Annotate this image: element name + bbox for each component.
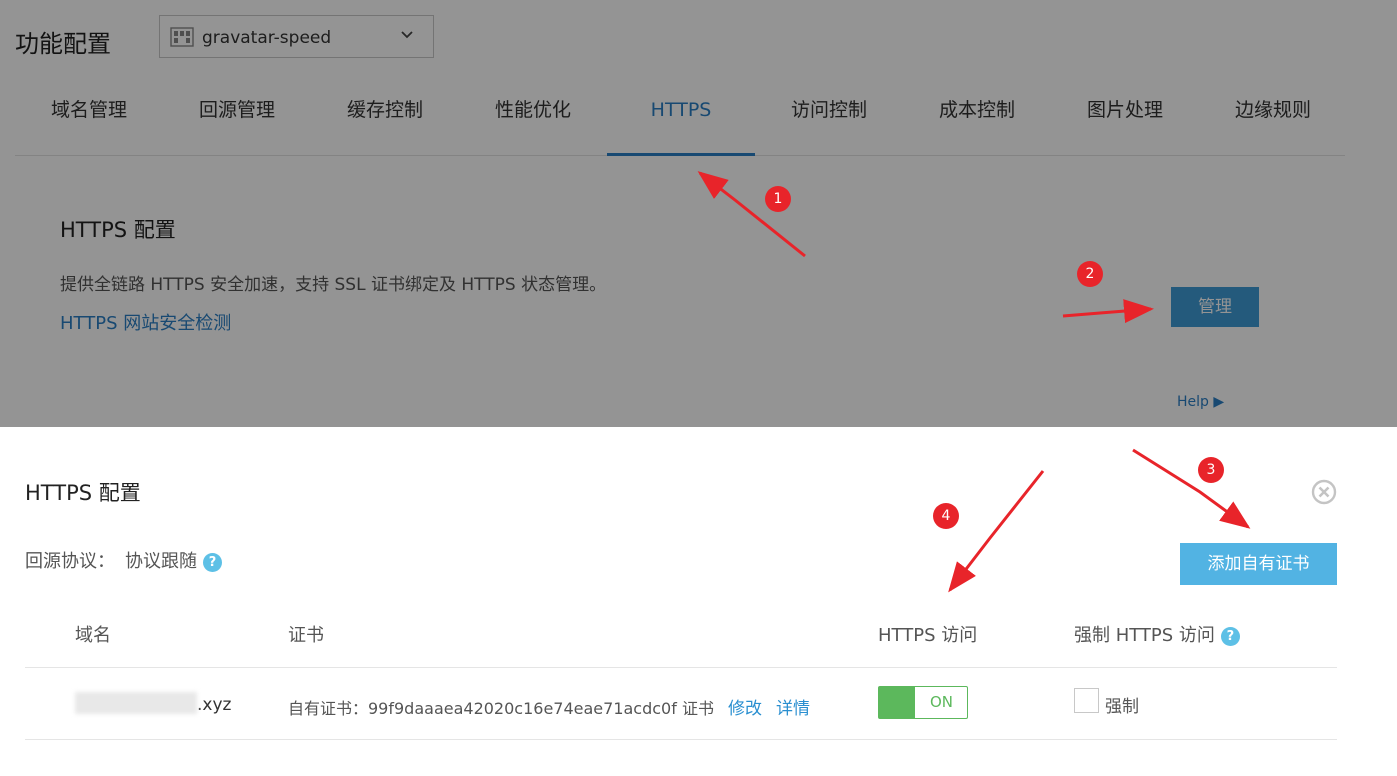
- https-config-modal: HTTPS 配置 回源协议： 协议跟随? 添加自有证书 域名 证书 HTTPS 访…: [0, 427, 1397, 776]
- column-header-force-https-label: 强制 HTTPS 访问: [1074, 625, 1215, 646]
- column-header-cert: 证书: [288, 625, 324, 646]
- toggle-state-label: ON: [930, 693, 954, 711]
- force-https-label: 强制: [1105, 697, 1139, 717]
- column-header-force-https: 强制 HTTPS 访问?: [1074, 621, 1240, 647]
- origin-protocol: 回源协议： 协议跟随?: [25, 547, 222, 573]
- modal-title: HTTPS 配置: [25, 481, 141, 505]
- annotation-marker-1: 1: [765, 186, 791, 212]
- redacted-domain: [75, 692, 197, 714]
- origin-protocol-label: 回源协议：: [25, 551, 115, 572]
- cert-text: 自有证书：99f9daaaea42020c16e74eae71acdc0f 证书: [288, 699, 714, 718]
- annotation-marker-2: 2: [1077, 261, 1103, 287]
- close-icon[interactable]: [1311, 479, 1337, 505]
- origin-protocol-value: 协议跟随: [125, 551, 197, 572]
- help-circle-icon[interactable]: ?: [1220, 627, 1240, 646]
- domain-suffix: .xyz: [197, 695, 232, 715]
- help-circle-icon[interactable]: ?: [203, 553, 222, 572]
- cert-cell: 自有证书：99f9daaaea42020c16e74eae71acdc0f 证书…: [288, 694, 810, 719]
- column-header-https-access: HTTPS 访问: [878, 625, 978, 646]
- cert-detail-link[interactable]: 详情: [776, 699, 810, 719]
- toggle-knob: [879, 687, 915, 718]
- modal-backdrop: [0, 0, 1397, 427]
- https-access-toggle[interactable]: ON: [878, 686, 968, 719]
- column-header-domain: 域名: [75, 625, 111, 646]
- annotation-marker-4: 4: [933, 503, 959, 529]
- table-row: .xyz 自有证书：99f9daaaea42020c16e74eae71acdc…: [25, 668, 1337, 740]
- annotation-marker-3: 3: [1198, 457, 1224, 483]
- force-https-checkbox[interactable]: [1074, 688, 1099, 713]
- domain-cell: .xyz: [75, 692, 231, 715]
- add-own-cert-button[interactable]: 添加自有证书: [1180, 543, 1337, 585]
- edit-cert-link[interactable]: 修改: [728, 699, 762, 719]
